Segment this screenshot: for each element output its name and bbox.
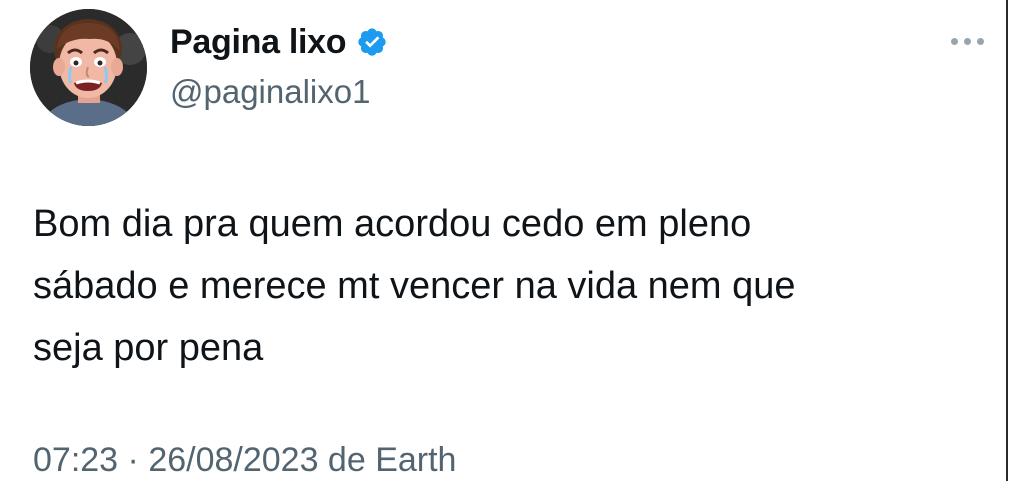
source-prefix: de bbox=[318, 441, 376, 479]
window-edge bbox=[1006, 0, 1024, 481]
tweet-metadata: 07:23 · 26/08/2023 de Earth bbox=[33, 438, 456, 482]
crying-cartoon-face-icon bbox=[30, 9, 147, 126]
avatar[interactable] bbox=[30, 9, 147, 126]
tweet-time[interactable]: 07:23 bbox=[33, 441, 118, 479]
dot bbox=[976, 37, 984, 45]
tweet-card: Pagina lixo @paginalixo1 Bom dia pra que… bbox=[0, 0, 1006, 481]
author-handle[interactable]: @paginalixo1 bbox=[170, 72, 370, 112]
verified-badge-icon bbox=[356, 26, 388, 58]
tweet-text: Bom dia pra quem acordou cedo em pleno s… bbox=[33, 203, 796, 369]
more-options-icon[interactable] bbox=[942, 26, 992, 56]
dot bbox=[963, 37, 971, 45]
meta-separator: · bbox=[118, 441, 149, 479]
tweet-source: Earth bbox=[375, 441, 457, 479]
tweet-date[interactable]: 26/08/2023 bbox=[148, 441, 318, 479]
dot bbox=[950, 37, 958, 45]
author-display-name[interactable]: Pagina lixo bbox=[170, 22, 347, 62]
author-name-row: Pagina lixo bbox=[170, 22, 388, 62]
